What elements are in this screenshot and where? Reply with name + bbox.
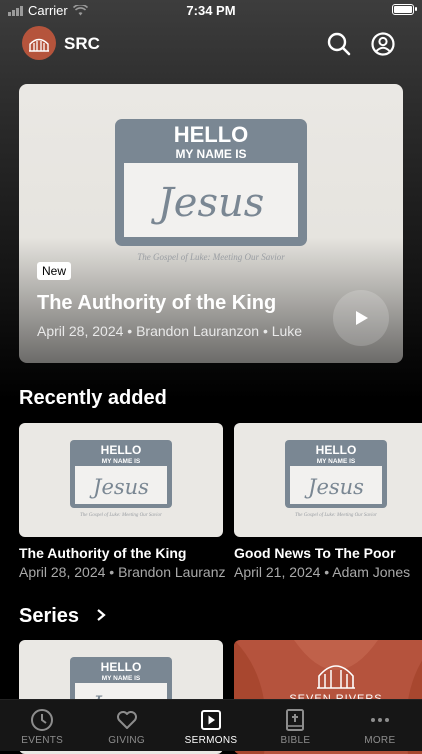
tab-sermons[interactable]: SERMONS <box>169 700 253 751</box>
nametag-hello-text: HELLO <box>316 443 357 457</box>
series-caption-text: The Gospel of Luke: Meeting Our Savior <box>80 513 162 518</box>
nametag-hello-text: HELLO <box>101 660 142 674</box>
tab-label: BIBLE <box>280 735 311 746</box>
sermon-meta: April 21, 2024 • Adam Jones <box>234 564 411 580</box>
battery-icon <box>392 4 417 15</box>
series-caption-text: The Gospel of Luke: Meeting Our Savior <box>137 252 285 262</box>
heart-icon <box>116 711 137 729</box>
tab-bar: EVENTS GIVING SERMONS BIBLE MORE <box>0 699 422 751</box>
status-time: 7:34 PM <box>186 3 236 18</box>
chevron-right-icon <box>96 609 106 621</box>
tab-label: GIVING <box>108 735 146 746</box>
tab-label: EVENTS <box>21 735 64 746</box>
bible-icon <box>286 709 305 731</box>
church-logo-icon[interactable] <box>22 26 56 60</box>
nametag-hello-text: HELLO <box>101 443 142 457</box>
nametag-hello-text: HELLO <box>174 122 249 147</box>
featured-sermon-card[interactable]: HELLO MY NAME IS Jesus The Gospel of Luk… <box>19 84 403 363</box>
nametag-name-text: Jesus <box>304 475 364 499</box>
nametag-subtitle-text: MY NAME IS <box>102 458 141 465</box>
new-badge: New <box>37 262 72 280</box>
nametag-name-text: Jesus <box>89 475 149 499</box>
play-square-icon <box>201 710 222 730</box>
sermon-title: The Authority of the King <box>19 545 187 561</box>
tab-more[interactable]: MORE <box>338 700 422 751</box>
tab-events[interactable]: EVENTS <box>0 700 84 751</box>
recent-sermon-card[interactable]: HELLO MY NAME IS Jesus The Gospel of Luk… <box>19 423 225 580</box>
series-caption-text: The Gospel of Luke: Meeting Our Savior <box>295 513 377 518</box>
featured-sermon-meta: April 28, 2024 • Brandon Lauranzon • Luk… <box>37 323 303 339</box>
nametag-name-text: Jesus <box>151 180 265 226</box>
search-icon[interactable] <box>326 31 352 57</box>
nametag-subtitle-text: MY NAME IS <box>317 458 356 465</box>
recently-added-heading: Recently added <box>19 387 167 409</box>
series-heading[interactable]: Series <box>19 605 107 628</box>
sermon-meta: April 28, 2024 • Brandon Lauranzon <box>19 564 225 580</box>
clock-icon <box>31 709 54 731</box>
tab-label: MORE <box>364 735 396 746</box>
tab-label: SERMONS <box>184 735 238 746</box>
sermon-thumbnail: HELLO MY NAME IS Jesus The Gospel of Luk… <box>19 423 223 537</box>
nametag-subtitle-text: MY NAME IS <box>102 675 141 682</box>
profile-icon[interactable] <box>370 31 396 57</box>
play-button[interactable] <box>333 290 389 346</box>
status-bar: Carrier 7:34 PM <box>0 0 422 22</box>
recent-sermon-card[interactable]: HELLO MY NAME IS Jesus The Gospel of Luk… <box>234 423 422 580</box>
featured-sermon-title: The Authority of the King <box>37 292 277 314</box>
nametag-subtitle-text: MY NAME IS <box>175 147 246 161</box>
more-icon <box>370 718 389 722</box>
play-icon <box>356 311 368 325</box>
sermon-title: Good News To The Poor <box>234 545 396 561</box>
top-bar: SRC <box>0 26 422 62</box>
tab-giving[interactable]: GIVING <box>84 700 168 751</box>
app-name: SRC <box>64 34 100 53</box>
series-heading-label: Series <box>19 605 80 627</box>
sermon-thumbnail: HELLO MY NAME IS Jesus The Gospel of Luk… <box>234 423 422 537</box>
tab-bible[interactable]: BIBLE <box>253 700 337 751</box>
